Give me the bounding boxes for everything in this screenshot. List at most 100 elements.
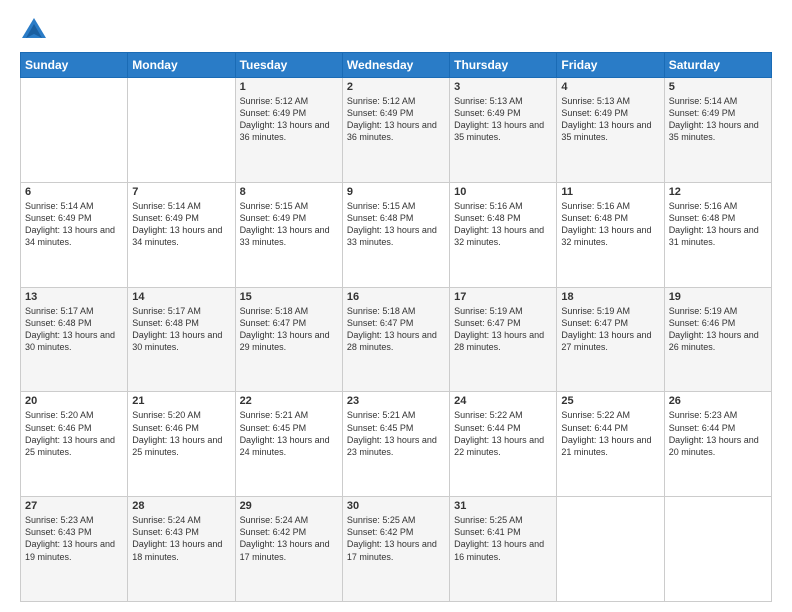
day-info: Sunrise: 5:17 AM Sunset: 6:48 PM Dayligh… (25, 305, 123, 354)
calendar-cell: 10 Sunrise: 5:16 AM Sunset: 6:48 PM Dayli… (450, 182, 557, 287)
day-info: Sunrise: 5:24 AM Sunset: 6:43 PM Dayligh… (132, 514, 230, 563)
day-of-week-header: Sunday (21, 53, 128, 78)
calendar-cell (21, 78, 128, 183)
calendar-cell: 1 Sunrise: 5:12 AM Sunset: 6:49 PM Daylig… (235, 78, 342, 183)
day-info: Sunrise: 5:19 AM Sunset: 6:47 PM Dayligh… (454, 305, 552, 354)
day-number: 1 (240, 81, 338, 93)
calendar-week-row: 20Sunrise: 5:20 AM Sunset: 6:46 PM Dayli… (21, 392, 772, 497)
calendar-cell: 24 Sunrise: 5:22 AM Sunset: 6:44 PM Dayli… (450, 392, 557, 497)
calendar-cell: 14 Sunrise: 5:17 AM Sunset: 6:48 PM Dayli… (128, 287, 235, 392)
day-number: 28 (132, 500, 230, 512)
day-number: 30 (347, 500, 445, 512)
calendar-cell: 5 Sunrise: 5:14 AM Sunset: 6:49 PM Daylig… (664, 78, 771, 183)
day-info: Sunrise: 5:18 AM Sunset: 6:47 PM Dayligh… (240, 305, 338, 354)
calendar-cell: 30 Sunrise: 5:25 AM Sunset: 6:42 PM Dayli… (342, 497, 449, 602)
calendar-week-row: 1 Sunrise: 5:12 AM Sunset: 6:49 PM Daylig… (21, 78, 772, 183)
day-number: 16 (347, 291, 445, 303)
calendar-cell: 20Sunrise: 5:20 AM Sunset: 6:46 PM Dayli… (21, 392, 128, 497)
calendar-week-row: 27 Sunrise: 5:23 AM Sunset: 6:43 PM Dayli… (21, 497, 772, 602)
calendar-cell: 18Sunrise: 5:19 AM Sunset: 6:47 PM Dayli… (557, 287, 664, 392)
calendar-cell: 31 Sunrise: 5:25 AM Sunset: 6:41 PM Dayli… (450, 497, 557, 602)
day-info: Sunrise: 5:14 AM Sunset: 6:49 PM Dayligh… (669, 95, 767, 144)
calendar-cell: 12Sunrise: 5:16 AM Sunset: 6:48 PM Dayli… (664, 182, 771, 287)
calendar-cell (128, 78, 235, 183)
day-number: 9 (347, 186, 445, 198)
day-info: Sunrise: 5:12 AM Sunset: 6:49 PM Dayligh… (240, 95, 338, 144)
day-info: Sunrise: 5:15 AM Sunset: 6:49 PM Dayligh… (240, 200, 338, 249)
day-number: 24 (454, 395, 552, 407)
calendar-cell: 19 Sunrise: 5:19 AM Sunset: 6:46 PM Dayli… (664, 287, 771, 392)
day-of-week-header: Wednesday (342, 53, 449, 78)
day-number: 17 (454, 291, 552, 303)
day-number: 18 (561, 291, 659, 303)
header (20, 16, 772, 44)
day-info: Sunrise: 5:22 AM Sunset: 6:44 PM Dayligh… (561, 409, 659, 458)
calendar-cell: 3 Sunrise: 5:13 AM Sunset: 6:49 PM Daylig… (450, 78, 557, 183)
calendar-cell: 2 Sunrise: 5:12 AM Sunset: 6:49 PM Daylig… (342, 78, 449, 183)
day-of-week-header: Friday (557, 53, 664, 78)
calendar-header: SundayMondayTuesdayWednesdayThursdayFrid… (21, 53, 772, 78)
calendar-cell: 8 Sunrise: 5:15 AM Sunset: 6:49 PM Daylig… (235, 182, 342, 287)
day-info: Sunrise: 5:15 AM Sunset: 6:48 PM Dayligh… (347, 200, 445, 249)
day-info: Sunrise: 5:16 AM Sunset: 6:48 PM Dayligh… (669, 200, 767, 249)
day-info: Sunrise: 5:19 AM Sunset: 6:46 PM Dayligh… (669, 305, 767, 354)
day-info: Sunrise: 5:23 AM Sunset: 6:43 PM Dayligh… (25, 514, 123, 563)
day-number: 5 (669, 81, 767, 93)
logo-area (20, 16, 52, 44)
calendar-table: SundayMondayTuesdayWednesdayThursdayFrid… (20, 52, 772, 602)
day-of-week-header: Thursday (450, 53, 557, 78)
page: SundayMondayTuesdayWednesdayThursdayFrid… (0, 0, 792, 612)
day-of-week-header: Tuesday (235, 53, 342, 78)
day-number: 15 (240, 291, 338, 303)
day-info: Sunrise: 5:24 AM Sunset: 6:42 PM Dayligh… (240, 514, 338, 563)
day-number: 19 (669, 291, 767, 303)
day-info: Sunrise: 5:25 AM Sunset: 6:42 PM Dayligh… (347, 514, 445, 563)
day-number: 27 (25, 500, 123, 512)
day-number: 8 (240, 186, 338, 198)
day-info: Sunrise: 5:17 AM Sunset: 6:48 PM Dayligh… (132, 305, 230, 354)
day-number: 22 (240, 395, 338, 407)
calendar-cell: 27 Sunrise: 5:23 AM Sunset: 6:43 PM Dayli… (21, 497, 128, 602)
calendar-cell: 7Sunrise: 5:14 AM Sunset: 6:49 PM Daylig… (128, 182, 235, 287)
calendar-cell: 23 Sunrise: 5:21 AM Sunset: 6:45 PM Dayli… (342, 392, 449, 497)
day-number: 31 (454, 500, 552, 512)
day-info: Sunrise: 5:25 AM Sunset: 6:41 PM Dayligh… (454, 514, 552, 563)
calendar-cell: 17 Sunrise: 5:19 AM Sunset: 6:47 PM Dayli… (450, 287, 557, 392)
day-number: 13 (25, 291, 123, 303)
calendar-cell: 11 Sunrise: 5:16 AM Sunset: 6:48 PM Dayli… (557, 182, 664, 287)
calendar-cell: 13 Sunrise: 5:17 AM Sunset: 6:48 PM Dayli… (21, 287, 128, 392)
calendar-week-row: 6 Sunrise: 5:14 AM Sunset: 6:49 PM Daylig… (21, 182, 772, 287)
day-info: Sunrise: 5:16 AM Sunset: 6:48 PM Dayligh… (454, 200, 552, 249)
day-number: 29 (240, 500, 338, 512)
day-info: Sunrise: 5:23 AM Sunset: 6:44 PM Dayligh… (669, 409, 767, 458)
day-number: 2 (347, 81, 445, 93)
day-info: Sunrise: 5:21 AM Sunset: 6:45 PM Dayligh… (240, 409, 338, 458)
day-number: 14 (132, 291, 230, 303)
logo-icon (20, 16, 48, 44)
day-info: Sunrise: 5:12 AM Sunset: 6:49 PM Dayligh… (347, 95, 445, 144)
day-number: 6 (25, 186, 123, 198)
calendar-cell: 4Sunrise: 5:13 AM Sunset: 6:49 PM Daylig… (557, 78, 664, 183)
calendar-cell: 16 Sunrise: 5:18 AM Sunset: 6:47 PM Dayli… (342, 287, 449, 392)
calendar-cell: 26Sunrise: 5:23 AM Sunset: 6:44 PM Dayli… (664, 392, 771, 497)
day-of-week-header: Saturday (664, 53, 771, 78)
day-number: 4 (561, 81, 659, 93)
day-info: Sunrise: 5:18 AM Sunset: 6:47 PM Dayligh… (347, 305, 445, 354)
day-number: 7 (132, 186, 230, 198)
day-of-week-header: Monday (128, 53, 235, 78)
day-info: Sunrise: 5:21 AM Sunset: 6:45 PM Dayligh… (347, 409, 445, 458)
day-number: 11 (561, 186, 659, 198)
calendar-cell: 22 Sunrise: 5:21 AM Sunset: 6:45 PM Dayli… (235, 392, 342, 497)
day-info: Sunrise: 5:16 AM Sunset: 6:48 PM Dayligh… (561, 200, 659, 249)
day-info: Sunrise: 5:14 AM Sunset: 6:49 PM Dayligh… (25, 200, 123, 249)
day-info: Sunrise: 5:22 AM Sunset: 6:44 PM Dayligh… (454, 409, 552, 458)
day-number: 3 (454, 81, 552, 93)
day-number: 23 (347, 395, 445, 407)
day-number: 10 (454, 186, 552, 198)
calendar-body: 1 Sunrise: 5:12 AM Sunset: 6:49 PM Daylig… (21, 78, 772, 602)
day-info: Sunrise: 5:13 AM Sunset: 6:49 PM Dayligh… (454, 95, 552, 144)
header-row: SundayMondayTuesdayWednesdayThursdayFrid… (21, 53, 772, 78)
day-number: 25 (561, 395, 659, 407)
calendar-cell (664, 497, 771, 602)
day-info: Sunrise: 5:20 AM Sunset: 6:46 PM Dayligh… (25, 409, 123, 458)
